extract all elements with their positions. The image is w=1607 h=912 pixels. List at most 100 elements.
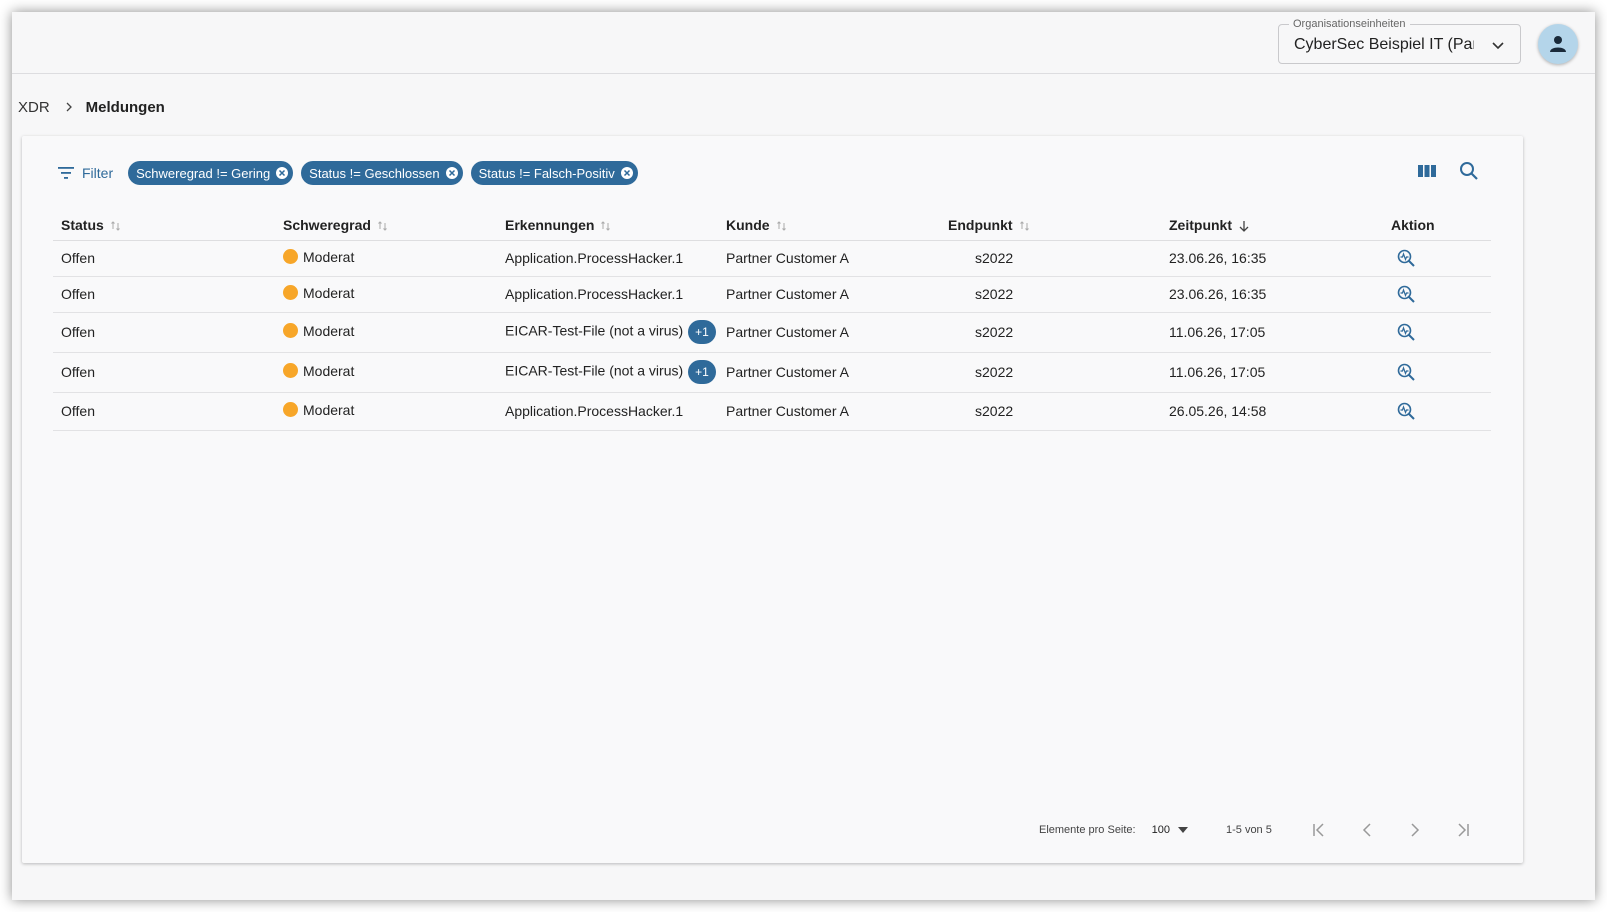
action-cell bbox=[1383, 312, 1491, 353]
page-range: 1-5 von 5 bbox=[1225, 824, 1272, 836]
action-cell bbox=[1383, 352, 1491, 393]
severity-cell: Moderat bbox=[275, 312, 497, 353]
investigate-icon[interactable] bbox=[1397, 323, 1415, 341]
last-page-icon[interactable] bbox=[1454, 821, 1472, 839]
first-page-icon[interactable] bbox=[1310, 821, 1328, 839]
severity-cell: Moderat bbox=[275, 240, 497, 277]
org-unit-select[interactable]: Organisationseinheiten CyberSec Beispiel… bbox=[1278, 18, 1521, 64]
filter-chip[interactable]: Status != Falsch-Positiv bbox=[470, 161, 638, 185]
action-cell bbox=[1383, 392, 1491, 431]
endpoint-cell: s2022 bbox=[940, 240, 1161, 277]
per-page-label: Elemente pro Seite: bbox=[1039, 824, 1136, 836]
chevron-down-icon bbox=[1492, 42, 1504, 50]
breadcrumb-root-link[interactable]: XDR bbox=[18, 99, 50, 116]
detection-cell: Application.ProcessHacker.1 bbox=[497, 240, 718, 277]
filter-icon bbox=[58, 167, 74, 179]
status-cell: Offen bbox=[53, 312, 275, 353]
detection-cell: Application.ProcessHacker.1 bbox=[497, 392, 718, 431]
action-cell bbox=[1383, 240, 1491, 277]
column-header-customer[interactable]: Kunde bbox=[718, 210, 940, 241]
endpoint-cell: s2022 bbox=[940, 312, 1161, 353]
status-cell: Offen bbox=[53, 392, 275, 431]
investigate-icon[interactable] bbox=[1397, 249, 1415, 267]
investigate-icon[interactable] bbox=[1397, 285, 1415, 303]
filter-label: Filter bbox=[82, 165, 114, 181]
customer-cell: Partner Customer A bbox=[718, 240, 940, 277]
filter-chip-label: Status != Geschlossen bbox=[309, 165, 440, 181]
severity-dot-icon bbox=[283, 323, 298, 339]
investigate-icon[interactable] bbox=[1397, 363, 1415, 381]
severity-cell: Moderat bbox=[275, 392, 497, 431]
time-cell: 26.05.26, 14:58 bbox=[1161, 392, 1383, 431]
severity-dot-icon bbox=[283, 402, 298, 418]
customer-cell: Partner Customer A bbox=[718, 392, 940, 431]
table-row[interactable]: Offen Moderat Application.ProcessHacker.… bbox=[53, 276, 1491, 313]
severity-dot-icon bbox=[283, 363, 298, 379]
chevron-right-icon bbox=[66, 102, 72, 112]
filter-toolbar: Filter Schweregrad != Gering Status != G… bbox=[58, 161, 646, 185]
filter-chip[interactable]: Status != Geschlossen bbox=[301, 161, 463, 185]
column-header-action: Aktion bbox=[1383, 210, 1491, 241]
more-detections-badge[interactable]: +1 bbox=[688, 320, 716, 344]
customer-cell: Partner Customer A bbox=[718, 352, 940, 393]
previous-page-icon[interactable] bbox=[1358, 821, 1376, 839]
column-header-status[interactable]: Status bbox=[53, 210, 275, 241]
detection-cell: EICAR-Test-File (not a virus) +1 bbox=[497, 352, 718, 393]
user-avatar-button[interactable] bbox=[1538, 24, 1578, 64]
action-cell bbox=[1383, 276, 1491, 313]
filter-chip-label: Schweregrad != Gering bbox=[136, 165, 271, 181]
search-icon[interactable] bbox=[1459, 161, 1479, 181]
sort-icon[interactable] bbox=[110, 220, 122, 232]
status-cell: Offen bbox=[53, 240, 275, 277]
filter-button[interactable]: Filter bbox=[58, 165, 113, 181]
time-cell: 23.06.26, 16:35 bbox=[1161, 240, 1383, 277]
time-cell: 11.06.26, 17:05 bbox=[1161, 352, 1383, 393]
remove-chip-icon[interactable] bbox=[620, 166, 634, 180]
endpoint-cell: s2022 bbox=[940, 392, 1161, 431]
column-header-time[interactable]: Zeitpunkt bbox=[1161, 210, 1383, 241]
sort-icon[interactable] bbox=[776, 220, 788, 232]
severity-dot-icon bbox=[283, 285, 298, 301]
table-row[interactable]: Offen Moderat EICAR-Test-File (not a vir… bbox=[53, 312, 1491, 353]
caret-down-icon bbox=[1177, 827, 1188, 833]
remove-chip-icon[interactable] bbox=[445, 166, 459, 180]
detection-cell: EICAR-Test-File (not a virus) +1 bbox=[497, 312, 718, 353]
time-cell: 23.06.26, 16:35 bbox=[1161, 276, 1383, 313]
org-unit-label: Organisationseinheiten bbox=[1289, 18, 1410, 30]
top-bar: Organisationseinheiten CyberSec Beispiel… bbox=[12, 12, 1595, 74]
more-detections-badge[interactable]: +1 bbox=[688, 360, 716, 384]
investigate-icon[interactable] bbox=[1397, 402, 1415, 420]
customer-cell: Partner Customer A bbox=[718, 276, 940, 313]
sort-icon[interactable] bbox=[377, 220, 389, 232]
columns-icon[interactable] bbox=[1417, 161, 1437, 181]
customer-cell: Partner Customer A bbox=[718, 312, 940, 353]
app-window: Organisationseinheiten CyberSec Beispiel… bbox=[12, 12, 1595, 900]
column-header-severity[interactable]: Schweregrad bbox=[275, 210, 497, 241]
column-header-detections[interactable]: Erkennungen bbox=[497, 210, 718, 241]
column-header-endpoint[interactable]: Endpunkt bbox=[940, 210, 1161, 241]
table-tools bbox=[1417, 161, 1479, 181]
org-unit-value: CyberSec Beispiel IT (Partner) bbox=[1294, 36, 1474, 53]
endpoint-cell: s2022 bbox=[940, 276, 1161, 313]
sort-icon[interactable] bbox=[600, 220, 612, 232]
table-row[interactable]: Offen Moderat Application.ProcessHacker.… bbox=[53, 392, 1491, 431]
endpoint-cell: s2022 bbox=[940, 352, 1161, 393]
severity-dot-icon bbox=[283, 249, 298, 265]
arrow-down-icon[interactable] bbox=[1238, 220, 1250, 232]
table-row[interactable]: Offen Moderat EICAR-Test-File (not a vir… bbox=[53, 352, 1491, 393]
severity-cell: Moderat bbox=[275, 276, 497, 313]
next-page-icon[interactable] bbox=[1406, 821, 1424, 839]
remove-chip-icon[interactable] bbox=[275, 166, 289, 180]
alerts-table: Status Schweregrad Erkennungen Kunde End… bbox=[53, 210, 1491, 431]
detection-cell: Application.ProcessHacker.1 bbox=[497, 276, 718, 313]
time-cell: 11.06.26, 17:05 bbox=[1161, 312, 1383, 353]
table-header-row: Status Schweregrad Erkennungen Kunde End… bbox=[53, 210, 1491, 241]
status-cell: Offen bbox=[53, 352, 275, 393]
sort-icon[interactable] bbox=[1019, 220, 1031, 232]
table-row[interactable]: Offen Moderat Application.ProcessHacker.… bbox=[53, 240, 1491, 277]
breadcrumb: XDR Meldungen bbox=[18, 98, 165, 116]
paginator: Elemente pro Seite: 100 1-5 von 5 bbox=[1039, 822, 1472, 838]
per-page-select[interactable]: 100 bbox=[1152, 824, 1188, 836]
alerts-panel: Filter Schweregrad != Gering Status != G… bbox=[22, 136, 1523, 863]
filter-chip[interactable]: Schweregrad != Gering bbox=[128, 161, 294, 185]
